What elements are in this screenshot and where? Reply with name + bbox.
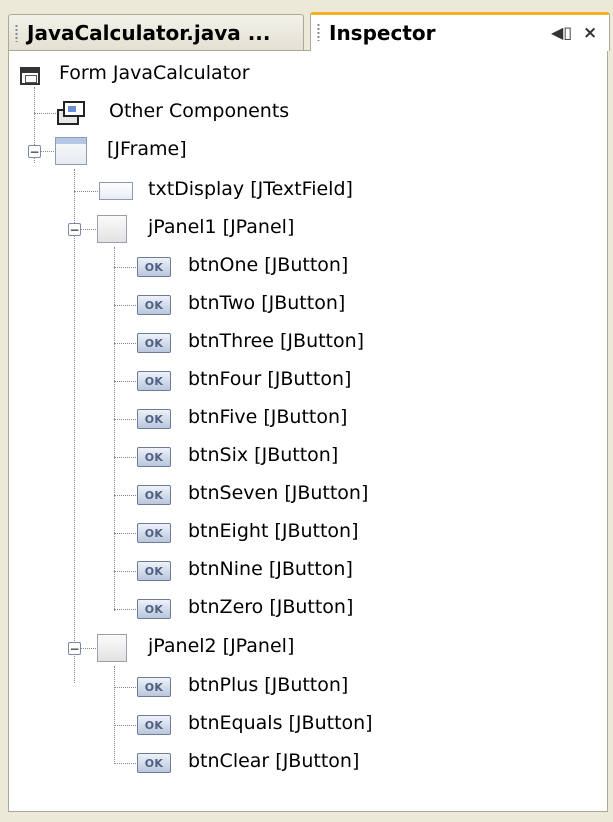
- jbutton-icon: OK: [137, 257, 171, 277]
- components-icon: [57, 101, 85, 125]
- tree-node-label: Other Components: [109, 100, 290, 122]
- jbutton-icon: OK: [137, 295, 171, 315]
- tab-java-calculator[interactable]: JavaCalculator.java ...: [8, 14, 304, 50]
- tree-node-label: jPanel1 [JPanel]: [148, 216, 295, 238]
- tree-node-label: btnOne [JButton]: [188, 254, 349, 276]
- tree-node-label: btnFour [JButton]: [188, 368, 352, 390]
- jbutton-icon: OK: [137, 333, 171, 353]
- tree-node-label: btnThree [JButton]: [188, 330, 365, 352]
- jbutton-icon: OK: [137, 371, 171, 391]
- minimize-window-icon[interactable]: ◀▯: [551, 23, 572, 42]
- jbutton-icon: OK: [137, 715, 171, 735]
- tree-node-button[interactable]: OK btnClear [JButton]: [9, 746, 599, 780]
- tree-node-jpanel1[interactable]: jPanel1 [JPanel]: [9, 212, 599, 246]
- form-icon: [20, 67, 40, 85]
- textfield-icon: [99, 182, 133, 200]
- close-icon[interactable]: ×: [583, 23, 597, 43]
- tree-node-button[interactable]: OK btnSix [JButton]: [9, 440, 599, 474]
- tree-node-txtdisplay[interactable]: txtDisplay [JTextField]: [9, 174, 599, 208]
- tree-node-label: txtDisplay [JTextField]: [148, 178, 353, 200]
- tree-node-label: btnSix [JButton]: [188, 444, 339, 466]
- tree-node-button[interactable]: OK btnThree [JButton]: [9, 326, 599, 360]
- tree-node-button[interactable]: OK btnFive [JButton]: [9, 402, 599, 436]
- tree-node-label: btnClear [JButton]: [188, 750, 360, 772]
- tab-inspector[interactable]: Inspector ◀▯ ×: [310, 12, 610, 51]
- tree-node-label: btnFive [JButton]: [188, 406, 348, 428]
- tree-node-label: [JFrame]: [107, 138, 187, 160]
- tree-node-button[interactable]: OK btnSeven [JButton]: [9, 478, 599, 512]
- jpanel-icon: [97, 215, 127, 243]
- jbutton-icon: OK: [137, 485, 171, 505]
- tree-node-button[interactable]: OK btnFour [JButton]: [9, 364, 599, 398]
- jbutton-icon: OK: [137, 523, 171, 543]
- jframe-icon: [55, 137, 87, 165]
- tree-node-form[interactable]: Form JavaCalculator: [9, 58, 599, 92]
- tree-node-button[interactable]: OK btnPlus [JButton]: [9, 670, 599, 704]
- jpanel-icon: [97, 634, 127, 662]
- jbutton-icon: OK: [137, 447, 171, 467]
- tree-node-label: btnZero [JButton]: [188, 596, 354, 618]
- tree-node-other-components[interactable]: Other Components: [9, 96, 599, 130]
- tree-node-jpanel2[interactable]: jPanel2 [JPanel]: [9, 631, 599, 665]
- tab-label: JavaCalculator.java ...: [27, 20, 271, 45]
- component-tree: Form JavaCalculator Other Components − […: [9, 51, 607, 811]
- tab-bar: JavaCalculator.java ... Inspector ◀▯ ×: [0, 0, 613, 51]
- collapse-toggle-icon[interactable]: −: [68, 642, 81, 655]
- tree-node-label: btnTwo [JButton]: [188, 292, 346, 314]
- tree-node-label: btnEquals [JButton]: [188, 712, 373, 734]
- drag-grip-icon[interactable]: [15, 24, 18, 42]
- tree-node-jframe[interactable]: [JFrame]: [9, 134, 599, 168]
- tree-node-label: btnNine [JButton]: [188, 558, 353, 580]
- tree-node-label: btnPlus [JButton]: [188, 674, 349, 696]
- jbutton-icon: OK: [137, 561, 171, 581]
- jbutton-icon: OK: [137, 677, 171, 697]
- drag-grip-icon[interactable]: [317, 23, 320, 41]
- tree-node-button[interactable]: OK btnZero [JButton]: [9, 592, 599, 626]
- tree-node-label: btnSeven [JButton]: [188, 482, 369, 504]
- tree-node-button[interactable]: OK btnNine [JButton]: [9, 554, 599, 588]
- collapse-toggle-icon[interactable]: −: [68, 223, 81, 236]
- jbutton-icon: OK: [137, 599, 171, 619]
- tree-node-button[interactable]: OK btnEight [JButton]: [9, 516, 599, 550]
- tab-label: Inspector: [329, 21, 436, 45]
- tree-node-label: jPanel2 [JPanel]: [148, 635, 295, 657]
- jbutton-icon: OK: [137, 409, 171, 429]
- tree-node-label: Form JavaCalculator: [59, 62, 250, 84]
- inspector-panel: Form JavaCalculator Other Components − […: [8, 50, 608, 812]
- tree-node-label: btnEight [JButton]: [188, 520, 359, 542]
- tree-node-button[interactable]: OK btnTwo [JButton]: [9, 288, 599, 322]
- tree-node-button[interactable]: OK btnEquals [JButton]: [9, 708, 599, 742]
- jbutton-icon: OK: [137, 753, 171, 773]
- collapse-toggle-icon[interactable]: −: [28, 145, 41, 158]
- tree-node-button[interactable]: OK btnOne [JButton]: [9, 250, 599, 284]
